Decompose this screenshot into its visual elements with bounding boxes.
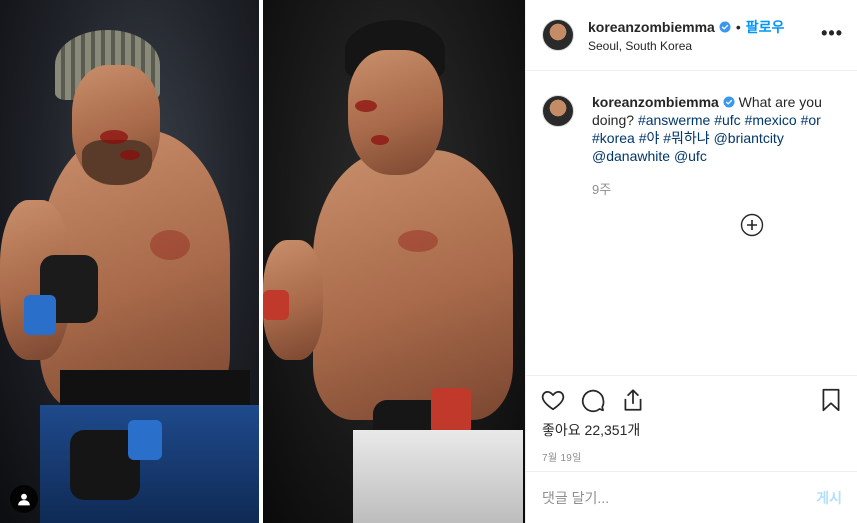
glove-wrap-lower: [431, 388, 471, 434]
mention-link[interactable]: @ufc: [674, 148, 707, 164]
save-button[interactable]: [818, 387, 844, 413]
hashtag-link[interactable]: #korea: [592, 130, 635, 146]
fighter-beard: [82, 140, 152, 185]
avatar[interactable]: [542, 19, 574, 51]
fighter-torso: [313, 150, 513, 420]
caption-age: 9주: [592, 182, 612, 197]
location-link[interactable]: Seoul, South Korea: [588, 39, 784, 53]
post-media[interactable]: [0, 0, 525, 523]
post-header: koreanzombiemma • 팔로우 Seoul, South Korea…: [526, 0, 857, 71]
username-link[interactable]: koreanzombiemma: [588, 19, 715, 35]
hashtag-link[interactable]: #뭐하냐: [663, 130, 709, 146]
hashtag-link[interactable]: #ufc: [714, 112, 740, 128]
heart-icon: [541, 391, 565, 411]
follow-button[interactable]: 팔로우: [746, 17, 785, 37]
glove-wrap: [263, 290, 289, 320]
post-comment-button[interactable]: 게시: [816, 488, 842, 508]
comment-input[interactable]: [542, 489, 817, 506]
caption: koreanzombiemma What are you doing? #ans…: [526, 71, 857, 241]
tagged-users-button[interactable]: [10, 485, 38, 513]
post-date[interactable]: 7월 19일: [526, 440, 857, 464]
caption-username[interactable]: koreanzombiemma: [592, 94, 719, 110]
caption-body: koreanzombiemma What are you doing? #ans…: [592, 93, 832, 241]
separator-dot: •: [735, 19, 741, 35]
hashtag-link[interactable]: #answerme: [638, 112, 710, 128]
hashtag-link[interactable]: #mexico: [745, 112, 797, 128]
fighter-shorts: [353, 430, 523, 523]
mention-link[interactable]: @danawhite: [592, 148, 670, 164]
post-actions: 좋아요 22,351개 7월 19일 게시: [526, 375, 857, 523]
likes-count[interactable]: 좋아요 22,351개: [526, 414, 857, 440]
comment-button[interactable]: [580, 387, 606, 413]
like-button[interactable]: [540, 387, 566, 413]
fighter-waistband: [60, 370, 250, 410]
fighter-head: [348, 50, 443, 175]
photo-right-fighter: [263, 0, 525, 523]
glove-wrap: [24, 295, 56, 335]
comment-icon: [581, 389, 605, 413]
hashtag-link[interactable]: #or: [801, 112, 821, 128]
post-details-panel: koreanzombiemma • 팔로우 Seoul, South Korea…: [525, 0, 857, 523]
mention-link[interactable]: @briantcity: [714, 130, 784, 146]
more-options-icon[interactable]: •••: [821, 23, 843, 44]
user-icon: [18, 493, 30, 506]
verified-badge-icon: [723, 96, 735, 108]
share-button[interactable]: [620, 387, 646, 413]
verified-badge-icon: [719, 21, 731, 33]
avatar[interactable]: [542, 95, 574, 127]
comment-form: 게시: [526, 471, 857, 523]
hashtag-link[interactable]: #야: [639, 130, 660, 146]
share-icon: [624, 389, 642, 411]
photo-left-fighter: [0, 0, 259, 523]
glove-wrap-lower: [128, 420, 162, 460]
load-more-comments-icon[interactable]: [740, 213, 764, 237]
bookmark-icon: [822, 388, 840, 412]
